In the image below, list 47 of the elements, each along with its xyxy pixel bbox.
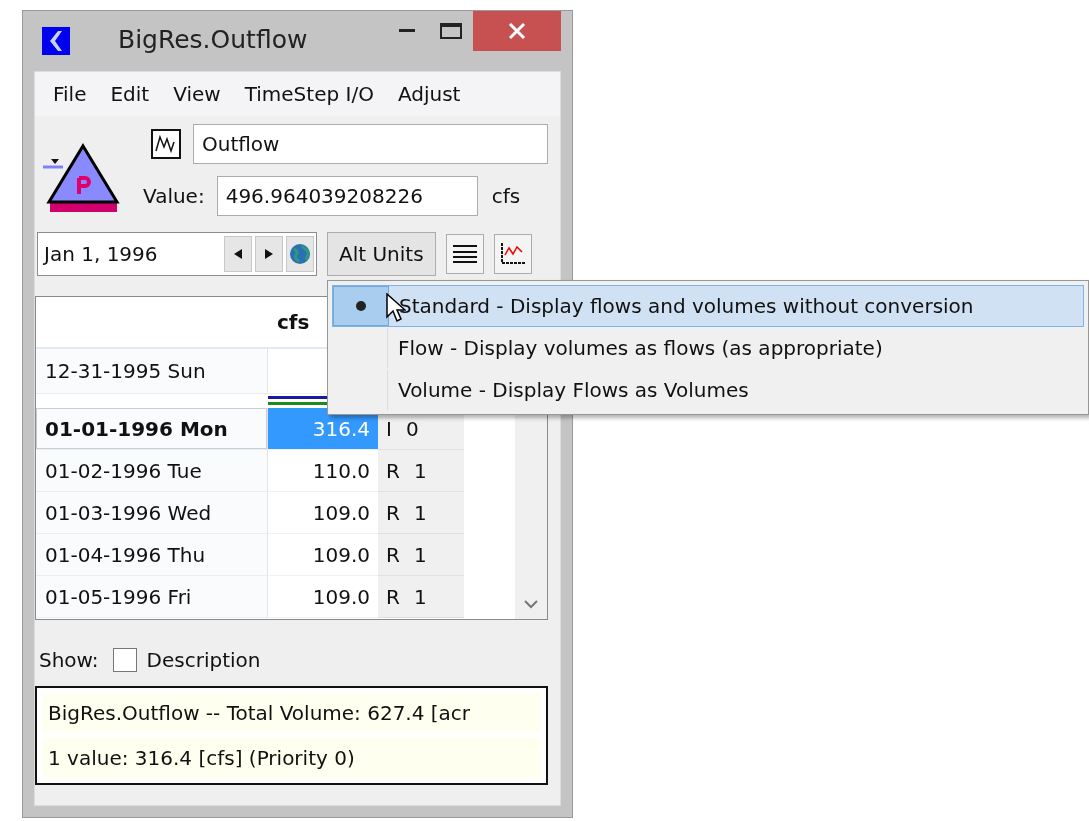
flag-cell: R 1 xyxy=(378,534,464,576)
date-cell: 01-02-1996 Tue xyxy=(36,450,268,492)
lines-icon xyxy=(452,244,477,264)
flag-cell: R 1 xyxy=(378,450,464,492)
date-cell: 01-05-1996 Fri xyxy=(36,576,268,618)
minimize-icon xyxy=(399,29,415,33)
flag-cell: R 1 xyxy=(378,576,464,618)
date-cell: 01-03-1996 Wed xyxy=(36,492,268,534)
value-label: Value: xyxy=(143,184,205,208)
plot-button[interactable] xyxy=(493,234,532,274)
globe-icon xyxy=(289,243,311,265)
radio-bullet-icon xyxy=(356,301,366,311)
scroll-down-icon[interactable] xyxy=(524,600,538,609)
flag-cell: R 1 xyxy=(378,492,464,534)
close-icon xyxy=(508,22,526,40)
description-checkbox[interactable] xyxy=(112,648,137,672)
menu-item[interactable]: Volume - Display Flows as Volumes xyxy=(332,369,1084,411)
right-arrow-icon xyxy=(265,249,273,259)
menu-item[interactable]: File xyxy=(41,82,99,106)
next-button[interactable] xyxy=(255,236,283,272)
date-cell: 01-04-1996 Thu xyxy=(36,534,268,576)
date-field[interactable]: Jan 1, 1996 xyxy=(37,232,317,276)
previous-button[interactable] xyxy=(224,236,252,272)
time-series-icon xyxy=(151,129,181,159)
maximize-icon xyxy=(440,23,462,39)
menu-item[interactable]: Edit xyxy=(98,82,162,106)
units-label: cfs xyxy=(491,184,521,208)
value-field[interactable]: 496.964039208226 xyxy=(216,176,478,216)
column-header: cfs xyxy=(277,310,310,334)
app-logo-icon xyxy=(42,27,70,55)
line-chart-icon xyxy=(499,243,526,265)
menu-item[interactable]: View xyxy=(161,82,233,106)
alt-units-button[interactable]: Alt Units xyxy=(327,232,436,276)
globe-button[interactable] xyxy=(286,236,314,272)
checkbox-label: Description xyxy=(146,648,261,672)
menu-item[interactable]: TimeStep I/O xyxy=(232,82,386,106)
menu-item[interactable]: Flow - Display volumes as flows (as appropriate) xyxy=(332,327,1084,369)
window-title: BigRes.Outflow xyxy=(118,25,308,54)
left-arrow-icon xyxy=(234,249,242,259)
date-cell: 01-01-1996 Mon xyxy=(36,408,268,450)
menu-item[interactable]: Standard - Display flows and volumes without conversion xyxy=(332,285,1084,327)
list-view-button[interactable] xyxy=(445,234,484,274)
slot-name-field[interactable]: Outflow xyxy=(193,124,548,164)
menu-item[interactable]: Adjust xyxy=(385,82,473,106)
date-cell: 12-31-1995 Sun xyxy=(36,349,268,394)
close-button[interactable] xyxy=(473,11,561,51)
show-label: Show: xyxy=(39,648,99,672)
